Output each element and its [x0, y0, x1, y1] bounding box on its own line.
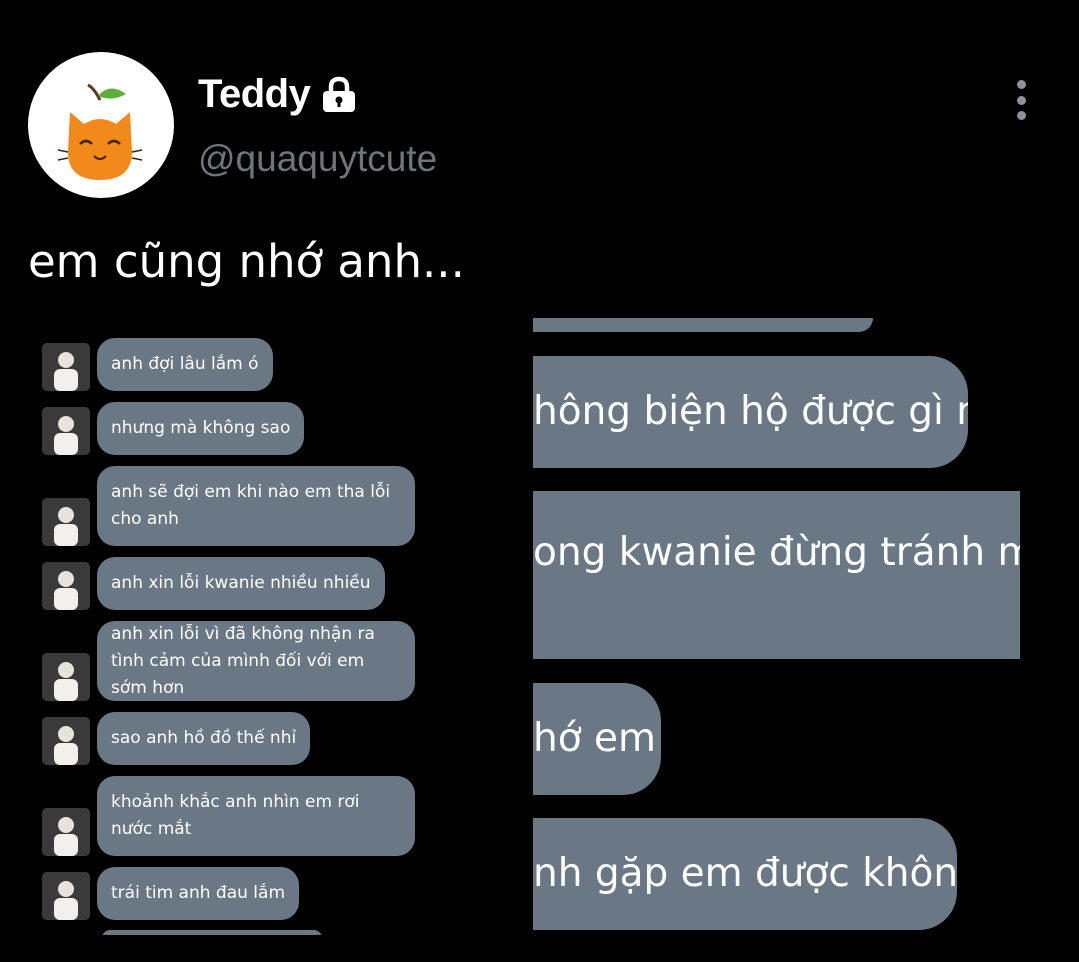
chat-screenshot-left[interactable]: anh đợi lâu lắm ó nhưng mà không sao anh…	[40, 330, 480, 935]
chat-bubble: nh gặp em được không...	[533, 818, 957, 930]
more-dot	[1016, 95, 1026, 105]
chat-row: anh xin lỗi kwanie nhiều nhiều	[40, 557, 385, 610]
author-handle[interactable]: @quaquytcute	[198, 136, 437, 182]
chat-row: anh xin lỗi vì đã không nhận ra tình cảm…	[40, 621, 415, 701]
more-dot	[1016, 80, 1026, 89]
sender-avatar	[42, 562, 90, 610]
chat-row: anh sẽ đợi em khi nào em tha lỗi cho anh	[40, 466, 415, 546]
sender-avatar	[42, 653, 90, 701]
chat-bubble: ong kwanie đừng tránh mặt	[533, 491, 1020, 659]
chat-bubble-partial	[533, 318, 873, 332]
sender-avatar	[42, 808, 90, 856]
chat-bubble: anh sẽ đợi em khi nào em tha lỗi cho anh	[97, 466, 415, 546]
more-dot	[1016, 111, 1026, 120]
chat-bubble: sao anh hồ đồ thế nhỉ	[97, 712, 311, 765]
chat-row: khoảnh khắc anh nhìn em rơi nước mắt	[40, 776, 415, 856]
sender-avatar	[42, 498, 90, 546]
orange-cat-icon	[57, 83, 143, 180]
chat-row: nhưng mà không sao	[40, 402, 305, 455]
sender-avatar	[42, 872, 90, 920]
author-display-name[interactable]: Teddy	[198, 70, 311, 118]
chat-row: sao anh hồ đồ thế nhỉ	[40, 712, 311, 765]
chat-bubble-partial	[102, 930, 322, 935]
sender-avatar	[42, 343, 90, 391]
chat-row: anh đợi lâu lắm ó	[40, 338, 273, 391]
chat-bubble: anh xin lỗi vì đã không nhận ra tình cảm…	[97, 621, 415, 701]
lock-icon	[323, 76, 356, 112]
chat-screenshot-right[interactable]: hông biện hộ được gì nữa ong kwanie đừng…	[533, 318, 1033, 933]
chat-bubble: anh xin lỗi kwanie nhiều nhiều	[97, 557, 385, 610]
tweet-text: em cũng nhớ anh...	[28, 235, 465, 288]
chat-bubble: nhưng mà không sao	[97, 402, 305, 455]
more-vertical-icon[interactable]	[1006, 80, 1036, 120]
author-avatar[interactable]	[28, 52, 174, 198]
author-name-row: Teddy	[198, 70, 358, 118]
sender-avatar	[42, 407, 90, 455]
chat-bubble: khoảnh khắc anh nhìn em rơi nước mắt	[97, 776, 415, 856]
chat-bubble: hớ em	[533, 683, 661, 795]
chat-row: trái tim anh đau lắm	[40, 867, 300, 920]
chat-bubble: trái tim anh đau lắm	[97, 867, 300, 920]
chat-bubble: anh đợi lâu lắm ó	[97, 338, 273, 391]
chat-bubble: hông biện hộ được gì nữa	[533, 356, 968, 468]
sender-avatar	[42, 717, 90, 765]
